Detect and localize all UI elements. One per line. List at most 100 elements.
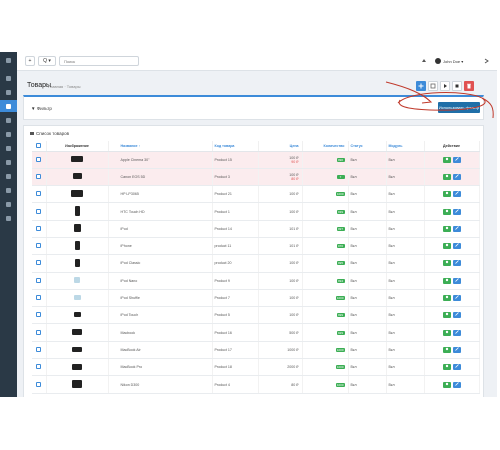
sidebar-item-customers[interactable]: [0, 170, 17, 182]
action-cell: [424, 151, 480, 169]
eye-icon: [445, 313, 448, 316]
pencil-icon: [454, 243, 459, 247]
edit-button[interactable]: [452, 156, 461, 163]
user-menu[interactable]: John Doe ▾: [435, 56, 475, 66]
row-checkbox[interactable]: [36, 346, 42, 352]
row-checkbox[interactable]: [36, 277, 42, 283]
row-checkbox[interactable]: [36, 243, 42, 249]
edit-button[interactable]: [452, 173, 461, 180]
column-header-model[interactable]: Код товара: [212, 141, 259, 152]
column-header-store[interactable]: Модуль: [386, 141, 425, 152]
copy-button[interactable]: [428, 81, 438, 91]
view-button[interactable]: [442, 225, 451, 232]
product-name: HTC Touch HD: [108, 202, 213, 221]
play-button[interactable]: [440, 81, 450, 91]
sidebar-item-sales[interactable]: [0, 156, 17, 168]
sidebar-item-marketing[interactable]: [0, 184, 17, 196]
view-button[interactable]: [442, 243, 451, 250]
sidebar-item-design[interactable]: [0, 128, 17, 140]
product-store: Вкл: [386, 237, 425, 256]
edit-button[interactable]: [452, 312, 461, 319]
product-store: Вкл: [386, 185, 425, 204]
view-button[interactable]: [442, 156, 451, 163]
column-header-quantity[interactable]: Количество: [302, 141, 349, 152]
select-all-checkbox[interactable]: [36, 142, 42, 148]
pencil-icon: [454, 277, 459, 282]
search-input[interactable]: [59, 56, 139, 66]
product-status: Вкл: [348, 168, 387, 187]
breadcrumb[interactable]: Главная · Товары: [48, 84, 81, 89]
product-model: Product 1: [212, 202, 259, 221]
add-button[interactable]: +: [25, 56, 35, 66]
column-header-price[interactable]: Цена: [258, 141, 303, 152]
sidebar-item-dashboard[interactable]: [0, 72, 17, 84]
product-name: MacBook Air: [108, 341, 213, 360]
row-checkbox[interactable]: [36, 381, 42, 387]
apply-filter-button[interactable]: Использовать фильтр: [438, 102, 480, 113]
table-row: MacBook Pro Product 18 2000 ₽1000 Вкл Вкл: [32, 358, 480, 377]
sidebar-item-display[interactable]: [0, 142, 17, 154]
view-button[interactable]: [442, 329, 451, 336]
row-checkbox[interactable]: [36, 364, 42, 370]
sidebar-item-catalog[interactable]: [0, 100, 17, 112]
view-button[interactable]: [442, 364, 451, 371]
edit-button[interactable]: [452, 225, 461, 232]
column-header-name[interactable]: Название ↑: [108, 141, 213, 152]
view-button[interactable]: [442, 260, 451, 267]
product-price: 1000 ₽: [287, 347, 299, 352]
row-checkbox[interactable]: [36, 208, 42, 214]
product-thumbnail: [71, 156, 83, 163]
sidebar-item-system[interactable]: [0, 198, 17, 210]
action-cell: [424, 168, 480, 187]
column-header-status[interactable]: Статус: [348, 141, 387, 152]
row-checkbox[interactable]: [36, 260, 42, 266]
view-button[interactable]: [442, 295, 451, 302]
edit-button[interactable]: [452, 208, 461, 215]
eye-icon: [445, 278, 448, 281]
view-button[interactable]: [442, 381, 451, 388]
view-button[interactable]: [442, 346, 451, 353]
stop-button[interactable]: [452, 81, 462, 91]
image-cell: [46, 323, 109, 342]
view-button[interactable]: [442, 312, 451, 319]
edit-button[interactable]: [452, 260, 461, 267]
notification-icon[interactable]: [419, 56, 429, 66]
view-button[interactable]: [442, 173, 451, 180]
row-checkbox[interactable]: [36, 173, 42, 179]
logout-icon[interactable]: [481, 56, 491, 66]
product-price: 100 ₽: [289, 296, 299, 301]
row-checkbox[interactable]: [36, 329, 42, 335]
row-checkbox[interactable]: [36, 225, 42, 231]
sidebar-item-home[interactable]: [0, 86, 17, 98]
product-name: Macbook: [108, 323, 213, 342]
filter-heading[interactable]: ▼ Фильтр: [31, 106, 52, 111]
product-price: 100 ₽: [289, 192, 299, 197]
view-button[interactable]: [442, 208, 451, 215]
sidebar-item-extensions[interactable]: [0, 114, 17, 126]
sidebar-item-menu[interactable]: [0, 54, 17, 66]
edit-button[interactable]: [452, 346, 461, 353]
row-checkbox[interactable]: [36, 295, 42, 301]
view-button[interactable]: [442, 191, 451, 198]
row-checkbox[interactable]: [36, 156, 42, 162]
delete-button[interactable]: [464, 81, 474, 91]
view-button[interactable]: [442, 277, 451, 284]
product-status: Вкл: [348, 202, 387, 221]
quantity-cell: 929: [302, 323, 349, 342]
edit-button[interactable]: [452, 277, 461, 284]
search-dropdown-button[interactable]: Q ▾: [38, 56, 56, 66]
edit-button[interactable]: [452, 295, 461, 302]
row-checkbox[interactable]: [36, 191, 42, 197]
product-thumbnail: [72, 173, 82, 180]
sidebar-item-reports[interactable]: [0, 212, 17, 224]
add-product-button[interactable]: [416, 81, 426, 91]
row-checkbox[interactable]: [36, 312, 42, 318]
edit-button[interactable]: [452, 364, 461, 371]
edit-button[interactable]: [452, 191, 461, 198]
edit-button[interactable]: [452, 381, 461, 388]
edit-button[interactable]: [452, 329, 461, 336]
menu-icon: [6, 57, 11, 63]
user-name: John Doe ▾: [443, 58, 464, 64]
edit-button[interactable]: [452, 243, 461, 250]
action-cell: [424, 202, 480, 221]
